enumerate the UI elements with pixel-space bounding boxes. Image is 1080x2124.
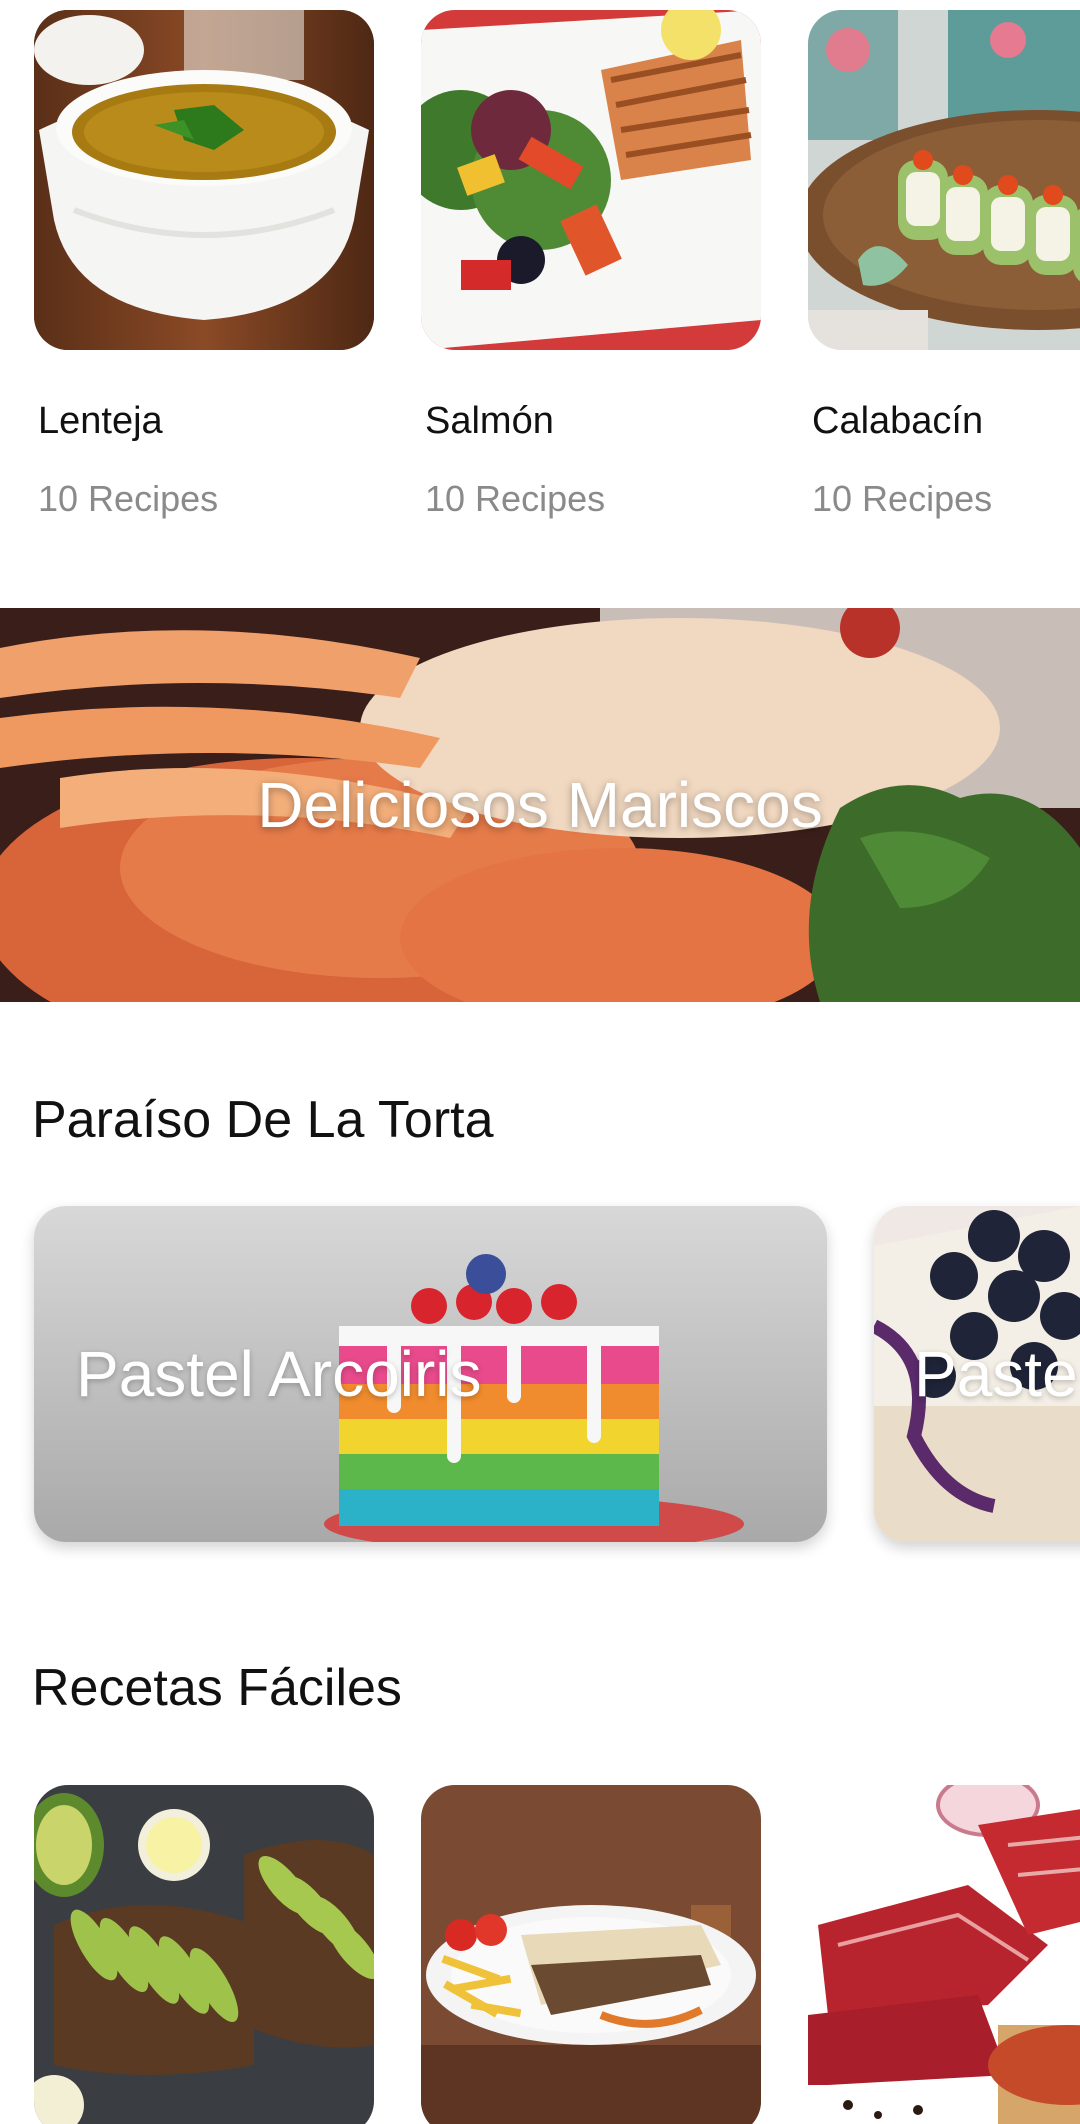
cake-section-title: Paraíso De La Torta xyxy=(32,1091,494,1149)
cake-carousel[interactable]: Pastel Arcoiris Paste xyxy=(0,1200,1080,1560)
lentil-soup-image xyxy=(34,10,374,350)
category-carousel[interactable]: Lenteja 10 Recipes Salmón 10 Recipes Cal… xyxy=(0,0,1080,560)
avocado-toast-image xyxy=(34,1785,374,2124)
easy-recipe-card-beef[interactable] xyxy=(808,1785,1080,2124)
zucchini-sushi-image xyxy=(808,10,1080,350)
cake-card-label: Pastel Arcoiris xyxy=(76,1338,482,1410)
category-card-calabacin[interactable]: Calabacín 10 Recipes xyxy=(808,10,1080,519)
category-recipe-count: 10 Recipes xyxy=(812,478,993,519)
category-name: Calabacín xyxy=(812,400,984,442)
category-recipe-count: 10 Recipes xyxy=(425,478,606,519)
cake-card-label: Paste xyxy=(914,1338,1078,1410)
category-name: Salmón xyxy=(425,400,554,442)
cake-card-pastel-arcoiris[interactable]: Pastel Arcoiris xyxy=(34,1206,827,1542)
category-card-salmon[interactable]: Salmón 10 Recipes xyxy=(421,10,761,519)
category-recipe-count: 10 Recipes xyxy=(38,478,219,519)
seafood-banner[interactable]: Deliciosos Mariscos xyxy=(0,608,1080,1002)
category-name: Lenteja xyxy=(38,400,163,442)
cake-card-blueberry[interactable]: Paste xyxy=(874,1206,1080,1542)
easy-section-title: Recetas Fáciles xyxy=(32,1659,402,1717)
salmon-image xyxy=(421,10,761,350)
category-card-lenteja[interactable]: Lenteja 10 Recipes xyxy=(34,10,374,519)
easy-recipes-carousel[interactable] xyxy=(0,1780,1080,2124)
banner-title: Deliciosos Mariscos xyxy=(257,769,823,841)
easy-recipe-card-wrap[interactable] xyxy=(421,1785,761,2124)
easy-recipe-card-avocado[interactable] xyxy=(34,1785,374,2124)
raw-beef-image xyxy=(808,1785,1080,2124)
wrap-plate-image xyxy=(421,1785,761,2124)
